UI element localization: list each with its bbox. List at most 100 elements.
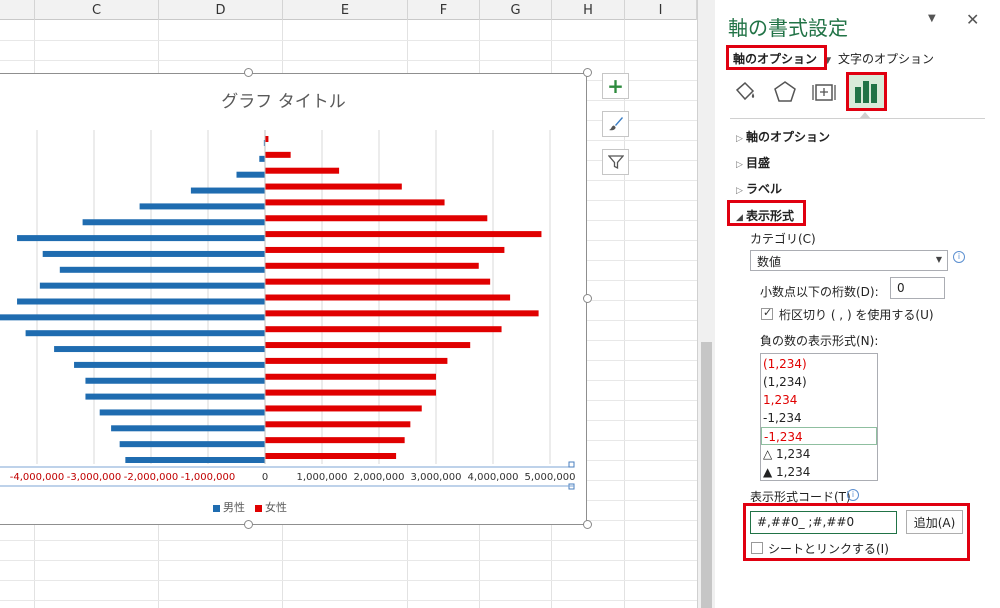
female-bar	[265, 342, 471, 349]
female-bar	[265, 405, 422, 412]
negative-format-option[interactable]: -1,234	[761, 409, 877, 427]
vertical-scrollbar[interactable]	[697, 0, 715, 608]
female-bar	[265, 389, 436, 396]
grid-line	[0, 540, 697, 541]
female-bar	[265, 246, 505, 253]
chart-resize-handle[interactable]	[244, 68, 253, 77]
expand-triangle-icon: ▷	[736, 160, 743, 170]
highlight-box	[743, 503, 970, 561]
negative-format-option[interactable]: ▲ 1,234	[761, 463, 877, 481]
male-bar	[17, 298, 265, 305]
grid-line	[0, 60, 697, 61]
axis-tick-label: -2,000,000	[124, 472, 179, 483]
effects-tab[interactable]	[773, 80, 797, 107]
male-bar	[25, 330, 265, 337]
negative-format-option[interactable]: 1,234	[761, 391, 877, 409]
section-axis-options[interactable]: ▷ 軸のオプション	[736, 128, 830, 145]
section-labels[interactable]: ▷ ラベル	[736, 180, 782, 197]
decimal-places-label: 小数点以下の桁数(D):	[760, 285, 879, 299]
column-header-bar: C D E F G H I	[0, 0, 697, 20]
pane-close-button[interactable]: ✕	[966, 10, 979, 29]
negative-format-option[interactable]: (1,234)	[761, 373, 877, 391]
male-bar	[99, 409, 265, 416]
section-tick-marks[interactable]: ▷ 目盛	[736, 154, 770, 171]
fill-line-tab[interactable]	[733, 80, 757, 107]
female-bar	[265, 231, 542, 238]
column-header-b[interactable]	[0, 0, 35, 20]
axis-tick-label: 5,000,000	[525, 472, 576, 483]
expand-triangle-icon: ▷	[736, 186, 743, 196]
female-bar	[265, 357, 448, 364]
chart-styles-button[interactable]	[602, 111, 629, 137]
female-bar	[265, 437, 405, 444]
male-bar	[85, 393, 265, 400]
close-icon: ✕	[966, 10, 980, 29]
negative-format-option-selected[interactable]: -1,234	[761, 427, 877, 445]
category-select[interactable]: 数値 ▼	[750, 250, 948, 271]
column-header-g[interactable]: G	[480, 0, 552, 20]
column-header-e[interactable]: E	[283, 0, 408, 20]
axis-tick-label: 4,000,000	[468, 472, 519, 483]
negative-format-list[interactable]: (1,234) (1,234) 1,234 -1,234 -1,234 △ 1,…	[760, 353, 878, 481]
axis-tick-label: -3,000,000	[67, 472, 122, 483]
pane-options-dropdown[interactable]: ▼	[928, 13, 936, 24]
negative-format-option[interactable]: △ 1,234	[761, 445, 877, 463]
size-properties-tab[interactable]	[812, 80, 836, 107]
decimal-places-input[interactable]: 0	[890, 277, 945, 299]
info-icon[interactable]: i	[953, 251, 965, 263]
highlight-box	[727, 200, 806, 226]
highlight-box	[846, 72, 887, 111]
male-bar	[39, 282, 265, 289]
male-bar	[59, 266, 265, 273]
chart-resize-handle[interactable]	[583, 294, 592, 303]
legend-swatch-female	[255, 504, 262, 512]
category-label: カテゴリ(C)	[750, 232, 816, 246]
filter-icon	[607, 155, 624, 170]
info-icon[interactable]: i	[847, 489, 859, 501]
plot-area[interactable]: 0 -4,000,000-3,000,000-2,000,000-1,000,00…	[0, 74, 588, 526]
chart-resize-handle[interactable]	[583, 68, 592, 77]
legend-item-female[interactable]: 女性	[255, 499, 287, 515]
chart-resize-handle[interactable]	[244, 520, 253, 529]
chart-filters-button[interactable]	[602, 149, 629, 175]
column-header-f[interactable]: F	[408, 0, 480, 20]
scrollbar-thumb[interactable]	[701, 342, 712, 608]
female-bar	[265, 262, 479, 269]
paintbrush-icon	[608, 117, 623, 131]
male-bar	[74, 361, 265, 368]
column-header-i[interactable]: I	[625, 0, 697, 20]
female-bar	[265, 151, 291, 158]
negative-format-option[interactable]: (1,234)	[761, 355, 877, 373]
grid-line	[0, 600, 697, 601]
tab-text-options[interactable]: 文字のオプション	[838, 50, 934, 67]
chart-area[interactable]: グラフ タイトル 0-4,000,000-3,000,000-2,000,000…	[0, 73, 587, 525]
pane-title: 軸の書式設定	[728, 16, 848, 40]
female-bar	[265, 421, 411, 428]
male-bar	[259, 155, 265, 162]
size-properties-icon	[812, 84, 836, 101]
checkmark-icon: ✓	[763, 306, 773, 319]
column-header-h[interactable]: H	[552, 0, 625, 20]
worksheet[interactable]: C D E F G H I グラフ タイトル 0-4,000,000-3,000…	[0, 0, 697, 608]
chart-legend[interactable]: 男性 女性	[213, 499, 287, 515]
axis-tick-label: -1,000,000	[181, 472, 236, 483]
thousands-separator-checkbox[interactable]: ✓	[761, 306, 773, 320]
female-bar	[265, 167, 340, 174]
female-bar	[265, 215, 488, 222]
pentagon-icon	[774, 81, 796, 102]
male-bar	[119, 441, 265, 448]
female-bar	[265, 136, 269, 142]
female-bar	[265, 199, 445, 206]
male-bar	[42, 250, 266, 257]
expand-triangle-icon: ▷	[736, 134, 743, 144]
chart-elements-button[interactable]: +	[602, 73, 629, 99]
chart-resize-handle[interactable]	[583, 520, 592, 529]
male-bar	[139, 203, 265, 210]
legend-item-male[interactable]: 男性	[213, 499, 245, 515]
column-header-c[interactable]: C	[35, 0, 159, 20]
male-bar	[190, 187, 265, 194]
grid-line	[0, 580, 697, 581]
highlight-box	[726, 45, 827, 70]
column-header-d[interactable]: D	[159, 0, 283, 20]
pane-divider	[730, 118, 985, 119]
